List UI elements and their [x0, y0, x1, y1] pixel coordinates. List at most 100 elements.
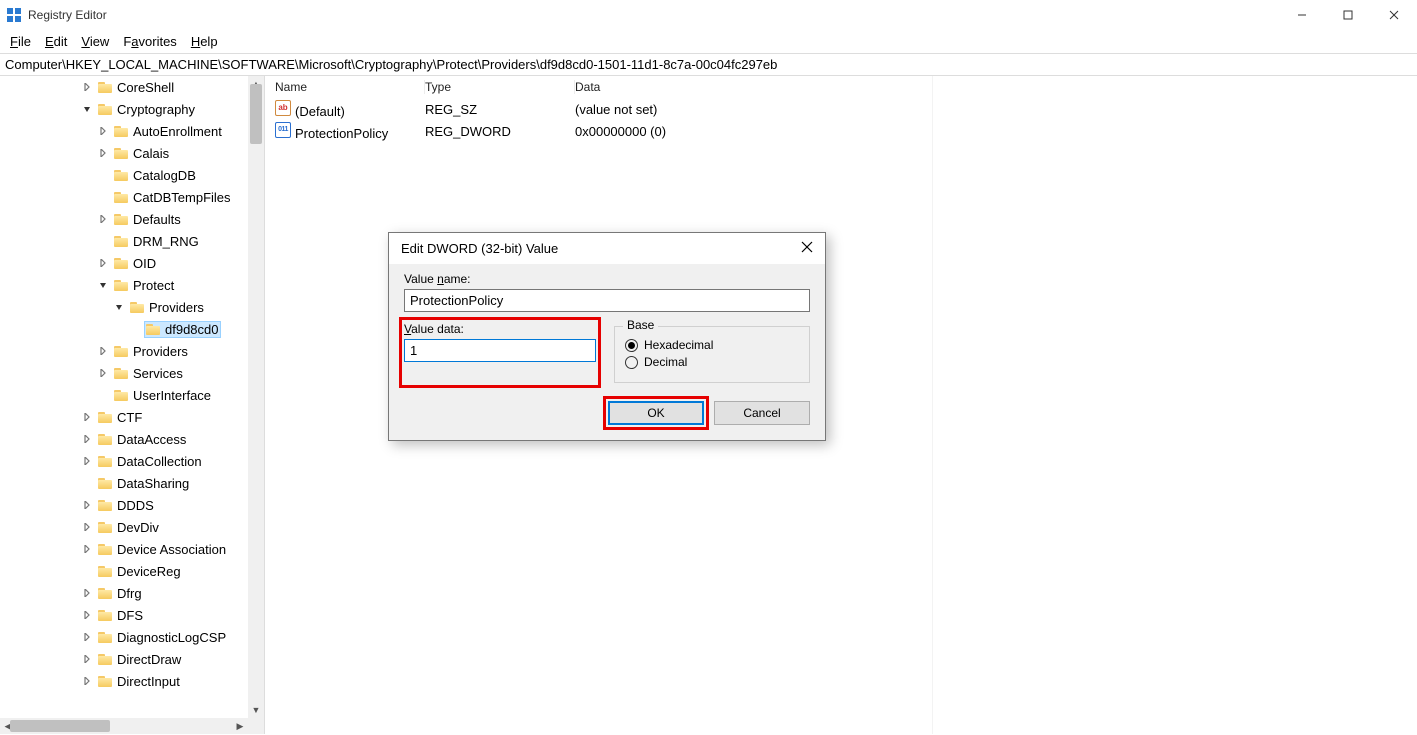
folder-icon — [114, 146, 130, 160]
folder-icon — [114, 168, 130, 182]
scroll-down-icon[interactable]: ▼ — [248, 702, 264, 718]
tree-node-label: CatDBTempFiles — [133, 190, 231, 205]
close-button[interactable] — [1371, 0, 1417, 30]
expander-placeholder — [128, 322, 142, 336]
value-name-label: Value name: — [404, 272, 810, 286]
folder-icon — [98, 608, 114, 622]
folder-icon — [98, 410, 114, 424]
tree-node[interactable]: DataAccess — [0, 428, 248, 450]
chevron-down-icon[interactable] — [80, 102, 94, 116]
chevron-right-icon[interactable] — [96, 366, 110, 380]
tree-node[interactable]: DirectDraw — [0, 648, 248, 670]
tree-node[interactable]: OID — [0, 252, 248, 274]
tree-node-label: DeviceReg — [117, 564, 181, 579]
expander-placeholder — [96, 388, 110, 402]
tree-node[interactable]: Services — [0, 362, 248, 384]
address-bar[interactable]: Computer\HKEY_LOCAL_MACHINE\SOFTWARE\Mic… — [0, 53, 1417, 76]
value-data-input[interactable] — [404, 339, 596, 362]
scrollbar-thumb[interactable] — [10, 720, 110, 732]
tree-node-label: Protect — [133, 278, 174, 293]
chevron-down-icon[interactable] — [96, 278, 110, 292]
tree-node[interactable]: DeviceReg — [0, 560, 248, 582]
chevron-right-icon[interactable] — [80, 586, 94, 600]
tree-node[interactable]: DirectInput — [0, 670, 248, 692]
value-name-input[interactable] — [404, 289, 810, 312]
maximize-button[interactable] — [1325, 0, 1371, 30]
tree-node[interactable]: DFS — [0, 604, 248, 626]
chevron-right-icon[interactable] — [96, 124, 110, 138]
tree-node[interactable]: DataSharing — [0, 472, 248, 494]
tree-horizontal-scrollbar[interactable]: ◀ ▶ — [0, 718, 248, 734]
minimize-button[interactable] — [1279, 0, 1325, 30]
tree-node[interactable]: DataCollection — [0, 450, 248, 472]
chevron-right-icon[interactable] — [80, 410, 94, 424]
tree-node[interactable]: CoreShell — [0, 76, 248, 98]
tree-node[interactable]: df9d8cd0 — [0, 318, 248, 340]
tree-node[interactable]: Device Association — [0, 538, 248, 560]
tree-node[interactable]: DevDiv — [0, 516, 248, 538]
expander-placeholder — [80, 564, 94, 578]
tree-node[interactable]: CatalogDB — [0, 164, 248, 186]
chevron-right-icon[interactable] — [80, 454, 94, 468]
list-row[interactable]: (Default)REG_SZ(value not set) — [265, 98, 1417, 120]
list-row[interactable]: ProtectionPolicyREG_DWORD0x00000000 (0) — [265, 120, 1417, 142]
radio-decimal[interactable]: Decimal — [625, 355, 799, 369]
tree-node[interactable]: Dfrg — [0, 582, 248, 604]
chevron-right-icon[interactable] — [80, 630, 94, 644]
menu-file[interactable]: File — [4, 32, 37, 51]
chevron-right-icon[interactable] — [96, 344, 110, 358]
tree-node[interactable]: UserInterface — [0, 384, 248, 406]
column-header-type[interactable]: Type — [425, 80, 575, 94]
tree-node[interactable]: Cryptography — [0, 98, 248, 120]
chevron-right-icon[interactable] — [80, 608, 94, 622]
chevron-right-icon[interactable] — [96, 212, 110, 226]
ok-button-highlight: OK — [608, 401, 704, 425]
chevron-right-icon[interactable] — [80, 652, 94, 666]
tree-node[interactable]: CatDBTempFiles — [0, 186, 248, 208]
chevron-right-icon[interactable] — [80, 674, 94, 688]
scrollbar-thumb[interactable] — [250, 84, 262, 144]
expander-placeholder — [96, 168, 110, 182]
tree-node-label: OID — [133, 256, 156, 271]
tree-node[interactable]: CTF — [0, 406, 248, 428]
tree-node[interactable]: DRM_RNG — [0, 230, 248, 252]
chevron-right-icon[interactable] — [80, 80, 94, 94]
chevron-right-icon[interactable] — [80, 542, 94, 556]
tree-node[interactable]: Calais — [0, 142, 248, 164]
chevron-right-icon[interactable] — [96, 146, 110, 160]
chevron-right-icon[interactable] — [80, 432, 94, 446]
chevron-down-icon[interactable] — [112, 300, 126, 314]
scroll-right-icon[interactable]: ▶ — [232, 718, 248, 734]
menu-edit[interactable]: Edit — [39, 32, 73, 51]
radio-hexadecimal[interactable]: Hexadecimal — [625, 338, 799, 352]
dialog-titlebar[interactable]: Edit DWORD (32-bit) Value — [389, 233, 825, 264]
menu-favorites[interactable]: Favorites — [117, 32, 182, 51]
ok-button[interactable]: OK — [608, 401, 704, 425]
chevron-right-icon[interactable] — [80, 520, 94, 534]
tree-node[interactable]: Defaults — [0, 208, 248, 230]
tree-node[interactable]: DDDS — [0, 494, 248, 516]
tree-node[interactable]: AutoEnrollment — [0, 120, 248, 142]
dialog-close-button[interactable] — [801, 241, 813, 256]
tree-node[interactable]: Providers — [0, 296, 248, 318]
tree-node-label: DFS — [117, 608, 143, 623]
menu-help[interactable]: Help — [185, 32, 224, 51]
folder-icon — [130, 300, 146, 314]
tree-vertical-scrollbar[interactable]: ▲ ▼ — [248, 76, 264, 718]
chevron-right-icon[interactable] — [80, 498, 94, 512]
tree-node[interactable]: Protect — [0, 274, 248, 296]
tree-node[interactable]: Providers — [0, 340, 248, 362]
cancel-button[interactable]: Cancel — [714, 401, 810, 425]
tree-node-label: Providers — [133, 344, 188, 359]
tree-node-label: CTF — [117, 410, 142, 425]
tree-node[interactable]: DiagnosticLogCSP — [0, 626, 248, 648]
list-pane-divider[interactable] — [932, 76, 933, 734]
column-header-name[interactable]: Name — [275, 80, 425, 94]
column-header-data[interactable]: Data — [575, 80, 1417, 94]
tree-node-label: DDDS — [117, 498, 154, 513]
folder-icon — [98, 476, 114, 490]
folder-icon — [114, 388, 130, 402]
folder-icon — [98, 432, 114, 446]
chevron-right-icon[interactable] — [96, 256, 110, 270]
menu-view[interactable]: View — [75, 32, 115, 51]
